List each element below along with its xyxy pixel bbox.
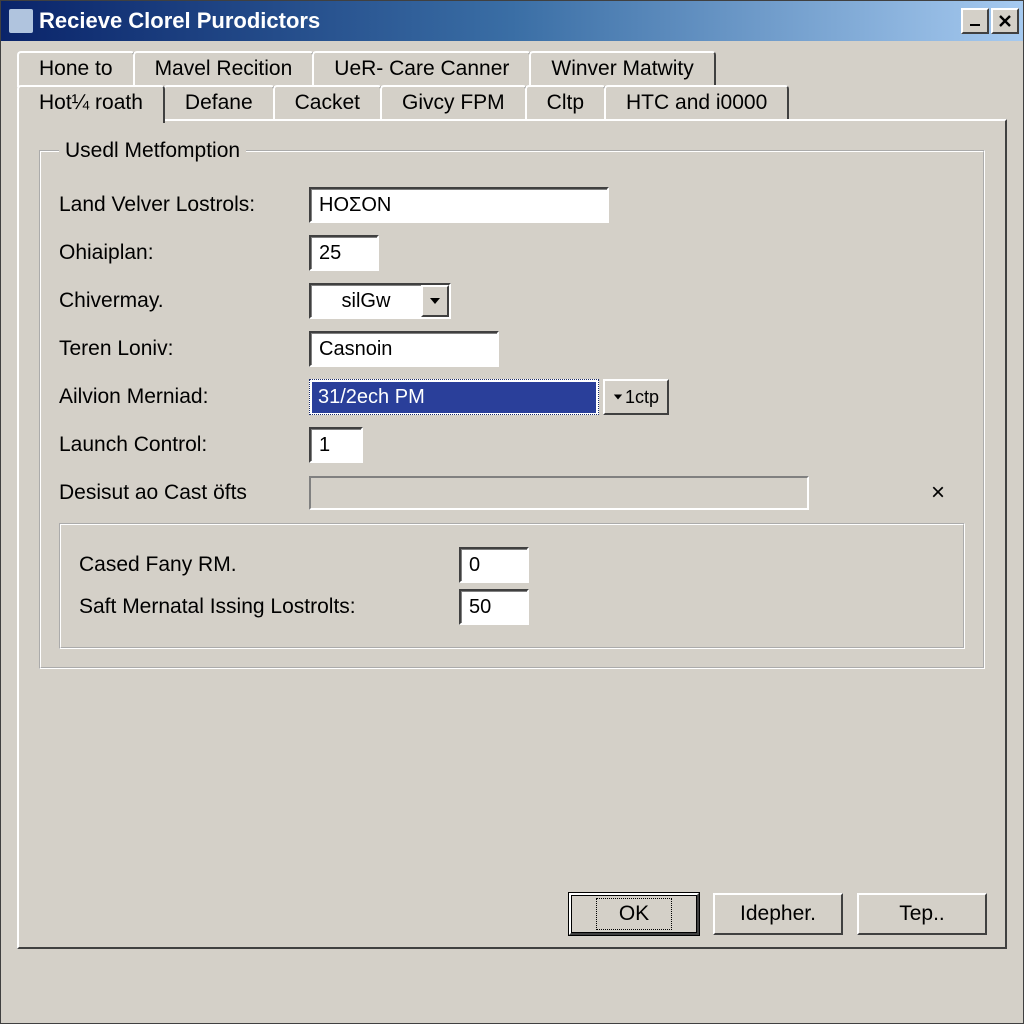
label-desisut-cast: Desisut ao Cast öfts: [59, 481, 309, 505]
app-icon: [9, 9, 33, 33]
readonly-desisut-cast: [309, 476, 809, 510]
combo-chivermay-text: silGw: [311, 285, 421, 317]
ok-button-label: OK: [596, 898, 672, 930]
minimize-button[interactable]: [961, 8, 989, 34]
tab-hone-to[interactable]: Hone to: [17, 51, 135, 87]
label-saft-mernatal: Saft Mernatal Issing Lostrolts:: [79, 595, 459, 619]
input-launch-control[interactable]: [309, 427, 363, 463]
window-title: Recieve Clorel Purodictors: [39, 8, 961, 34]
idepher-button-label: Idepher.: [740, 902, 816, 926]
fieldset-legend: Usedl Metfomption: [59, 139, 246, 163]
tab-row-lower: Hot¼ roath Defane Cacket Givcy FPM Cltp …: [17, 85, 1007, 121]
datetime-ailvion-value: 31/2ech PM: [312, 382, 596, 413]
clear-icon[interactable]: ×: [931, 479, 945, 507]
input-land-velver[interactable]: [309, 187, 609, 223]
dialog-button-row: OK Idepher. Tep..: [569, 893, 987, 935]
input-cased-fany[interactable]: [459, 547, 529, 583]
datetime-ailvion[interactable]: 31/2ech PM: [309, 379, 599, 415]
tab-mavel-recition[interactable]: Mavel Recition: [133, 51, 315, 87]
tab-defane[interactable]: Defane: [163, 85, 275, 121]
tab-winver-matwity[interactable]: Winver Matwity: [529, 51, 715, 87]
label-cased-fany: Cased Fany RM.: [79, 553, 459, 577]
tab-htc-and-i0000[interactable]: HTC and i0000: [604, 85, 789, 121]
tep-button[interactable]: Tep..: [857, 893, 987, 935]
idepher-button[interactable]: Idepher.: [713, 893, 843, 935]
tep-button-label: Tep..: [899, 902, 945, 926]
ok-button[interactable]: OK: [569, 893, 699, 935]
combo-chivermay[interactable]: silGw: [309, 283, 451, 319]
tab-cacket[interactable]: Cacket: [273, 85, 382, 121]
tab-givcy-fpm[interactable]: Givcy FPM: [380, 85, 527, 121]
label-teren-loniv: Teren Loniv:: [59, 337, 309, 361]
tab-panel: Usedl Metfomption Land Velver Lostrols: …: [17, 119, 1007, 949]
tab-hot-roath[interactable]: Hot¼ roath: [17, 85, 165, 123]
tab-uer-care-canner[interactable]: UeR- Care Canner: [312, 51, 531, 87]
input-ohaiplan[interactable]: [309, 235, 379, 271]
label-ailvion-merniad: Ailvion Merniad:: [59, 385, 309, 409]
dialog-content: Hone to Mavel Recition UeR- Care Canner …: [1, 41, 1023, 957]
dialog-window: Recieve Clorel Purodictors Hone to Mavel…: [0, 0, 1024, 1024]
input-saft-mernatal[interactable]: [459, 589, 529, 625]
label-launch-control: Launch Control:: [59, 433, 309, 457]
label-ohaiplan: Ohiaiplan:: [59, 241, 309, 265]
datetime-ailvion-picker-text: 1ctp: [625, 387, 659, 408]
input-teren-loniv[interactable]: [309, 331, 499, 367]
titlebar: Recieve Clorel Purodictors: [1, 1, 1023, 41]
label-chivermay: Chivermay.: [59, 289, 309, 313]
fieldset-usedl-metfomption: Usedl Metfomption Land Velver Lostrols: …: [39, 139, 985, 669]
tab-cltp[interactable]: Cltp: [525, 85, 606, 121]
label-land-velver: Land Velver Lostrols:: [59, 193, 309, 217]
inner-group: Cased Fany RM. Saft Mernatal Issing Lost…: [59, 523, 965, 649]
combo-chivermay-dropdown[interactable]: [421, 285, 449, 317]
close-button[interactable]: [991, 8, 1019, 34]
tab-row-upper: Hone to Mavel Recition UeR- Care Canner …: [17, 51, 1007, 87]
datetime-ailvion-picker-button[interactable]: 1ctp: [603, 379, 669, 415]
